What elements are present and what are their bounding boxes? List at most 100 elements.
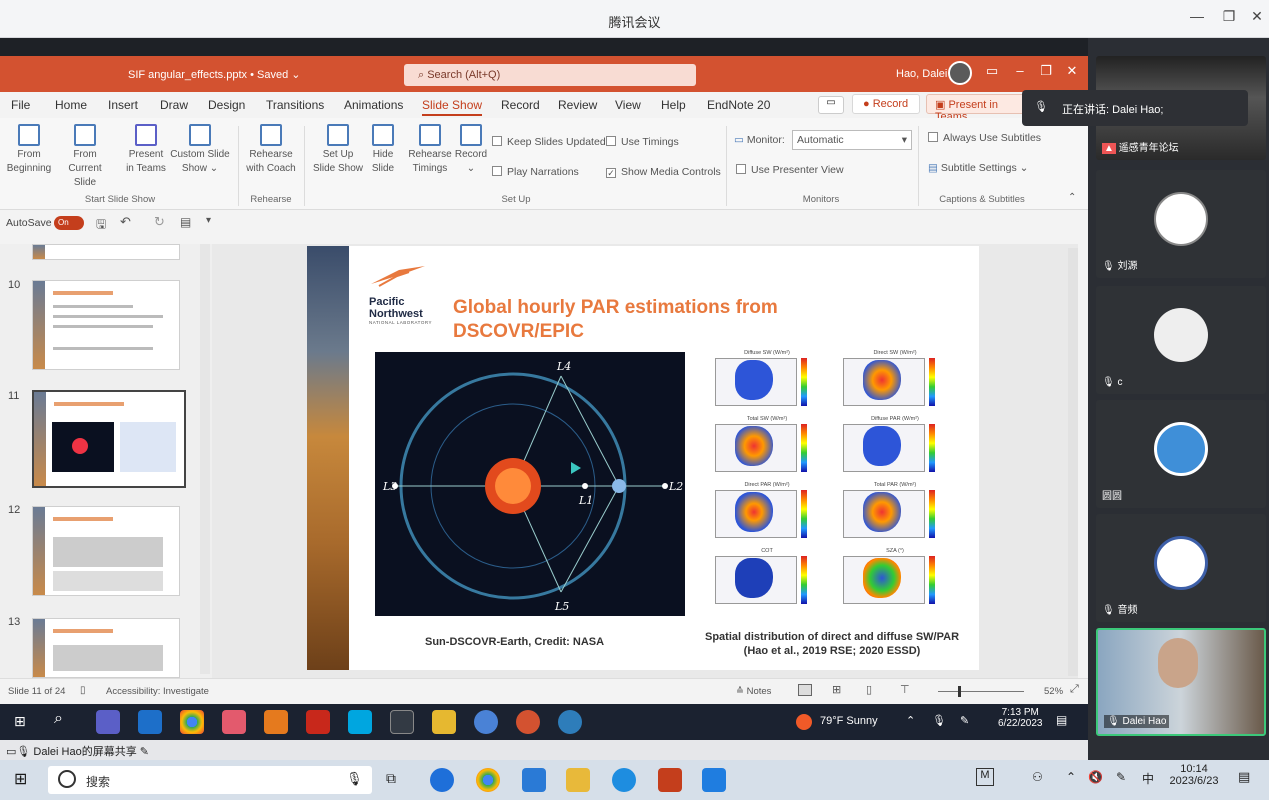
powerpoint-icon[interactable] <box>658 768 682 792</box>
autosave-toggle[interactable]: On <box>54 216 84 230</box>
always-subtitles-checkbox[interactable]: Always Use Subtitles <box>928 132 1041 144</box>
search-box[interactable]: ⌕ Search (Alt+Q) <box>404 64 696 86</box>
record-button[interactable]: ● Record <box>852 94 920 114</box>
participant-tile-active[interactable]: 🎙 Dalei Hao <box>1096 628 1266 736</box>
use-timings-checkbox[interactable]: Use Timings <box>606 136 679 148</box>
host-clock[interactable]: 10:14 2023/6/23 <box>1164 763 1224 787</box>
chevron-up-icon[interactable]: ⌃ <box>906 714 915 727</box>
tencent-meeting-icon[interactable] <box>702 768 726 792</box>
tab-help[interactable]: Help <box>661 98 686 112</box>
restore-button[interactable]: ❐ <box>1218 8 1240 28</box>
slide-thumbnail-selected[interactable] <box>32 390 186 488</box>
canvas-scrollbar[interactable] <box>1068 248 1078 676</box>
file-explorer-icon[interactable] <box>432 710 456 734</box>
sorter-view-icon[interactable]: ⊞ <box>832 683 841 696</box>
mail-icon[interactable] <box>522 768 546 792</box>
tab-home[interactable]: Home <box>55 98 87 112</box>
speaker-muted-icon[interactable]: 🔇 <box>1088 770 1103 784</box>
collapse-ribbon-icon[interactable]: ⌃ <box>1068 192 1076 203</box>
close-button[interactable]: ✕ <box>1246 8 1268 28</box>
people-icon[interactable]: ⚇ <box>1032 770 1043 784</box>
slideshow-view-icon[interactable]: ⊤ <box>900 683 910 696</box>
tab-view[interactable]: View <box>615 98 641 112</box>
ppt-restore-button[interactable]: ❐ <box>1036 63 1056 79</box>
ribbon-display-icon[interactable]: ▭ <box>982 63 1002 79</box>
redo-icon[interactable]: ↻ <box>154 214 165 230</box>
show-media-checkbox[interactable]: ✓ Show Media Controls <box>606 166 721 178</box>
rehearse-timings-button[interactable]: Rehearse Timings <box>406 124 454 176</box>
setup-show-button[interactable]: Set Up Slide Show <box>310 124 366 176</box>
edge-icon[interactable] <box>612 768 636 792</box>
from-current-button[interactable]: From Current Slide <box>56 124 114 190</box>
keep-updated-checkbox[interactable]: Keep Slides Updated <box>492 136 606 148</box>
fit-slide-icon[interactable]: ⤢ <box>1070 683 1079 696</box>
thumb-scrollbar[interactable] <box>200 244 210 674</box>
ppt-minimize-button[interactable]: – <box>1010 63 1030 78</box>
search-icon[interactable]: ⌕ <box>54 710 63 728</box>
skype-icon[interactable] <box>348 710 372 734</box>
ppt-close-button[interactable]: ✕ <box>1062 63 1082 79</box>
slide-thumbnail[interactable] <box>32 618 180 678</box>
participant-tile[interactable]: 圆圆 <box>1096 400 1266 508</box>
ime-indicator[interactable]: 中 <box>1142 770 1154 787</box>
participant-tile[interactable]: 🎙 音频 <box>1096 514 1266 622</box>
slide-thumbnail[interactable] <box>32 244 180 260</box>
slide-thumbnail[interactable] <box>32 506 180 596</box>
spellcheck-icon[interactable]: ▯ <box>80 685 86 696</box>
teams-icon[interactable] <box>96 710 120 734</box>
tab-record[interactable]: Record <box>501 98 540 112</box>
comments-icon[interactable]: ▭ <box>818 96 844 114</box>
play-narrations-checkbox[interactable]: Play Narrations <box>492 166 579 178</box>
from-beginning-button[interactable]: From Beginning <box>6 124 52 176</box>
accessibility-button[interactable]: Accessibility: Investigate <box>106 686 209 697</box>
r-icon[interactable] <box>474 710 498 734</box>
save-icon[interactable]: 🖫 <box>96 215 106 236</box>
participant-tile[interactable]: 🎙 刘源 <box>1096 170 1266 278</box>
globe-icon[interactable] <box>558 710 582 734</box>
notes-button[interactable]: ≙ Notes <box>736 686 771 697</box>
pen-icon[interactable]: ✎ <box>960 714 969 727</box>
user-avatar[interactable] <box>948 61 972 85</box>
lark-icon[interactable] <box>430 768 454 792</box>
powerpoint-icon[interactable] <box>516 710 540 734</box>
tab-file[interactable]: File <box>11 98 30 112</box>
rehearse-coach-button[interactable]: Rehearse with Coach <box>242 124 300 176</box>
present-icon[interactable]: ▤ <box>180 215 191 229</box>
terminal-icon[interactable] <box>390 710 414 734</box>
record-ribbon-button[interactable]: Record ⌄ <box>454 124 488 176</box>
undo-icon[interactable]: ↶ <box>120 214 131 230</box>
user-name[interactable]: Hao, Dalei <box>896 68 947 80</box>
chevron-up-icon[interactable]: ⌃ <box>1066 770 1076 784</box>
subtitle-settings-button[interactable]: ▤ Subtitle Settings ⌄ <box>928 162 1028 174</box>
tab-design[interactable]: Design <box>208 98 245 112</box>
chrome-icon[interactable] <box>476 768 500 792</box>
tab-endnote[interactable]: EndNote 20 <box>707 98 770 112</box>
ime-m-icon[interactable]: M <box>976 768 994 786</box>
customize-icon[interactable]: ▾ <box>206 215 211 226</box>
zoom-thumb[interactable] <box>958 686 961 697</box>
tab-animations[interactable]: Animations <box>344 98 403 112</box>
zoom-level[interactable]: 52% <box>1044 686 1063 697</box>
acrobat-icon[interactable] <box>306 710 330 734</box>
slack-icon[interactable] <box>222 710 246 734</box>
hide-slide-button[interactable]: Hide Slide <box>366 124 400 176</box>
custom-show-button[interactable]: Custom Slide Show ⌄ <box>168 124 232 176</box>
chrome-icon[interactable] <box>180 710 204 734</box>
present-teams-ribbon-button[interactable]: Present in Teams <box>124 124 168 176</box>
file-name[interactable]: SIF angular_effects.pptx • Saved ⌄ <box>128 68 300 81</box>
zoom-slider[interactable] <box>938 691 1024 692</box>
microphone-icon[interactable]: 🎙 <box>932 714 946 727</box>
notification-icon[interactable]: ▤ <box>1238 769 1250 785</box>
windows-start-icon[interactable]: ⊞ <box>14 769 27 789</box>
pen-icon[interactable]: ✎ <box>1116 770 1126 784</box>
presenter-view-checkbox[interactable]: Use Presenter View <box>736 164 844 176</box>
tab-draw[interactable]: Draw <box>160 98 188 112</box>
present-in-teams-button[interactable]: ▣ Present in Teams <box>926 94 1026 123</box>
reading-view-icon[interactable]: ▯ <box>866 683 872 696</box>
file-explorer-icon[interactable] <box>566 768 590 792</box>
minimize-button[interactable]: — <box>1186 8 1208 28</box>
participant-tile[interactable]: 🎙 c <box>1096 286 1266 394</box>
matlab-icon[interactable] <box>264 710 288 734</box>
microphone-icon[interactable]: 🎙 <box>346 771 363 787</box>
windows-start-icon[interactable]: ⊞ <box>14 713 26 730</box>
